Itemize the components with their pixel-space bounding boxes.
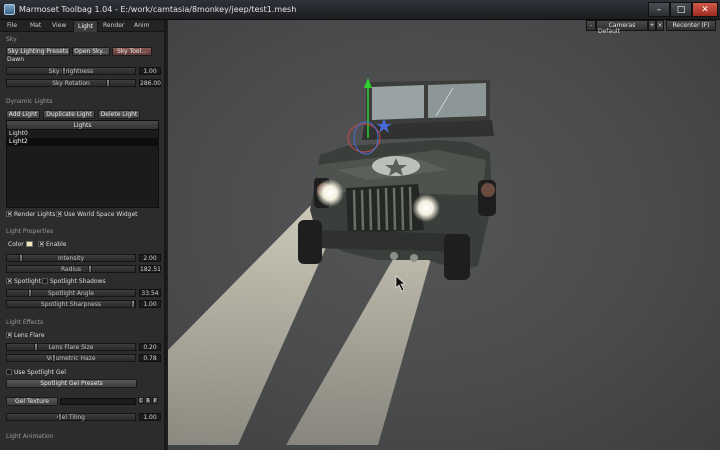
tab-anim[interactable]: Anim bbox=[134, 22, 149, 29]
slider-thumb[interactable] bbox=[87, 265, 92, 273]
camera-remove-button[interactable]: - bbox=[586, 20, 596, 31]
sky-preset-value: Dawn bbox=[7, 56, 25, 63]
tab-render[interactable]: Render bbox=[103, 22, 124, 29]
sky-presets-button[interactable]: Sky Lighting Presets bbox=[6, 47, 70, 56]
maximize-button[interactable]: □ bbox=[670, 2, 692, 17]
recenter-button[interactable]: Recenter (F) bbox=[666, 20, 716, 31]
render-lights-checkbox[interactable]: ✕ bbox=[6, 211, 12, 218]
minimize-button[interactable]: – bbox=[648, 2, 670, 17]
properties-panel: File Mat View Light Render Anim Sky Sky … bbox=[0, 20, 166, 450]
gel-tiling-value[interactable]: 1.00 bbox=[139, 413, 161, 421]
slider-thumb[interactable] bbox=[51, 354, 56, 362]
current-camera-label: Default bbox=[598, 28, 620, 35]
volumetric-haze-slider[interactable]: Volumetric Haze bbox=[6, 354, 136, 362]
camera-delete-button[interactable]: × bbox=[656, 20, 664, 31]
spotlight-sharpness-slider[interactable]: Spotlight Sharpness bbox=[6, 300, 136, 308]
close-button[interactable]: ✕ bbox=[692, 2, 718, 17]
left-headlight-glow bbox=[316, 179, 344, 207]
lens-flare-size-label: Lens Flare Size bbox=[48, 344, 94, 351]
radius-value[interactable]: 182.51 bbox=[139, 265, 161, 273]
sky-tool-button[interactable]: Sky Tool... bbox=[112, 47, 152, 56]
sky-rotation-label: Sky Rotation bbox=[52, 80, 90, 87]
camera-add-button[interactable]: + bbox=[648, 20, 656, 31]
intensity-label: Intensity bbox=[57, 255, 85, 262]
intensity-slider[interactable]: Intensity bbox=[6, 254, 136, 262]
sky-section-title: Sky bbox=[6, 36, 17, 43]
sky-rotation-value[interactable]: 286.00 bbox=[139, 79, 161, 87]
window-title: Marmoset Toolbag 1.04 - E:/work/camtasia… bbox=[19, 5, 297, 14]
sky-rotation-slider[interactable]: Sky Rotation bbox=[6, 79, 136, 87]
tab-light[interactable]: Light bbox=[73, 20, 98, 32]
light-properties-section-title: Light Properties bbox=[6, 228, 54, 235]
world-space-label: Use World Space Widget bbox=[64, 211, 138, 218]
open-sky-button[interactable]: Open Sky... bbox=[72, 47, 110, 56]
volumetric-haze-value[interactable]: 0.78 bbox=[139, 354, 161, 362]
color-label: Color bbox=[8, 241, 24, 248]
lens-flare-size-value[interactable]: 0.20 bbox=[139, 343, 161, 351]
title-bar: Marmoset Toolbag 1.04 - E:/work/camtasia… bbox=[0, 0, 720, 20]
intensity-value[interactable]: 2.00 bbox=[139, 254, 161, 262]
sky-brightness-value[interactable]: 1.00 bbox=[139, 67, 161, 75]
light-effects-section-title: Light Effects bbox=[6, 319, 44, 326]
slider-thumb[interactable] bbox=[106, 79, 111, 87]
light-animation-section-title: Light Animation bbox=[6, 433, 54, 440]
gel-tiling-label: Gel Tiling bbox=[56, 414, 85, 421]
render-lights-label: Render Lights bbox=[14, 211, 56, 218]
use-gel-label: Use Spotlight Gel bbox=[14, 369, 66, 376]
3d-viewport[interactable]: - Cameras + × Recenter (F) Default bbox=[168, 20, 720, 450]
right-headlight-glow bbox=[412, 194, 440, 222]
lens-flare-size-slider[interactable]: Lens Flare Size bbox=[6, 343, 136, 351]
volumetric-haze-label: Volumetric Haze bbox=[46, 355, 96, 362]
slider-thumb[interactable] bbox=[34, 343, 39, 351]
spotlight-checkbox[interactable]: ✕ bbox=[6, 278, 12, 285]
sky-brightness-label: Sky Brightness bbox=[48, 68, 94, 75]
lights-list-header: Lights bbox=[7, 121, 158, 130]
spotlight-shadows-checkbox[interactable] bbox=[42, 278, 48, 284]
radius-slider[interactable]: Radius bbox=[6, 265, 136, 273]
scene-render bbox=[168, 78, 496, 445]
gel-reload-button[interactable]: R bbox=[145, 397, 151, 404]
enable-label: Enable bbox=[46, 241, 67, 248]
light-color-swatch[interactable] bbox=[26, 241, 33, 247]
tab-file[interactable]: File bbox=[7, 22, 17, 29]
gel-preview-button[interactable]: P bbox=[152, 397, 158, 404]
gel-tiling-slider[interactable]: Gel Tiling bbox=[6, 413, 136, 421]
slider-thumb[interactable] bbox=[131, 300, 135, 308]
spotlight-sharpness-label: Spotlight Sharpness bbox=[40, 301, 102, 308]
spotlight-angle-slider[interactable]: Spotlight Angle bbox=[6, 289, 136, 297]
list-item-light2[interactable]: Light2 bbox=[7, 138, 158, 146]
enable-checkbox[interactable]: ✕ bbox=[38, 241, 44, 248]
tab-mat[interactable]: Mat bbox=[30, 22, 41, 29]
slider-thumb[interactable] bbox=[28, 289, 33, 297]
slider-thumb[interactable] bbox=[57, 413, 62, 421]
app-icon bbox=[4, 4, 15, 15]
tab-bar: File Mat View Light Render Anim bbox=[0, 20, 164, 32]
slider-thumb[interactable] bbox=[61, 67, 66, 75]
duplicate-light-button[interactable]: Duplicate Light bbox=[43, 110, 95, 119]
lens-flare-checkbox[interactable]: ✕ bbox=[6, 332, 12, 339]
spotlight-shadows-label: Spotlight Shadows bbox=[50, 278, 106, 285]
dynamic-lights-section-title: Dynamic Lights bbox=[6, 98, 53, 105]
tab-view[interactable]: View bbox=[52, 22, 66, 29]
radius-label: Radius bbox=[60, 266, 82, 273]
gel-clear-button[interactable]: C bbox=[138, 397, 144, 404]
lens-flare-label: Lens Flare bbox=[14, 332, 45, 339]
spotlight-label: Spotlight bbox=[14, 278, 41, 285]
sky-brightness-slider[interactable]: Sky Brightness bbox=[6, 67, 136, 75]
gel-presets-button[interactable]: Spotlight Gel Presets bbox=[6, 379, 137, 388]
gel-texture-path[interactable] bbox=[60, 398, 136, 405]
lights-list: Lights Light0 Light2 bbox=[6, 120, 159, 208]
list-item-light0[interactable]: Light0 bbox=[7, 130, 158, 138]
spotlight-angle-label: Spotlight Angle bbox=[48, 290, 94, 297]
slider-thumb[interactable] bbox=[19, 254, 24, 262]
world-space-checkbox[interactable]: ✕ bbox=[56, 211, 62, 218]
spotlight-sharpness-value[interactable]: 1.00 bbox=[139, 300, 161, 308]
delete-light-button[interactable]: Delete Light bbox=[98, 110, 140, 119]
add-light-button[interactable]: Add Light bbox=[6, 110, 40, 119]
gel-texture-button[interactable]: Gel Texture bbox=[6, 397, 58, 406]
spotlight-angle-value[interactable]: 33.54 bbox=[139, 289, 161, 297]
use-gel-checkbox[interactable] bbox=[6, 369, 12, 375]
